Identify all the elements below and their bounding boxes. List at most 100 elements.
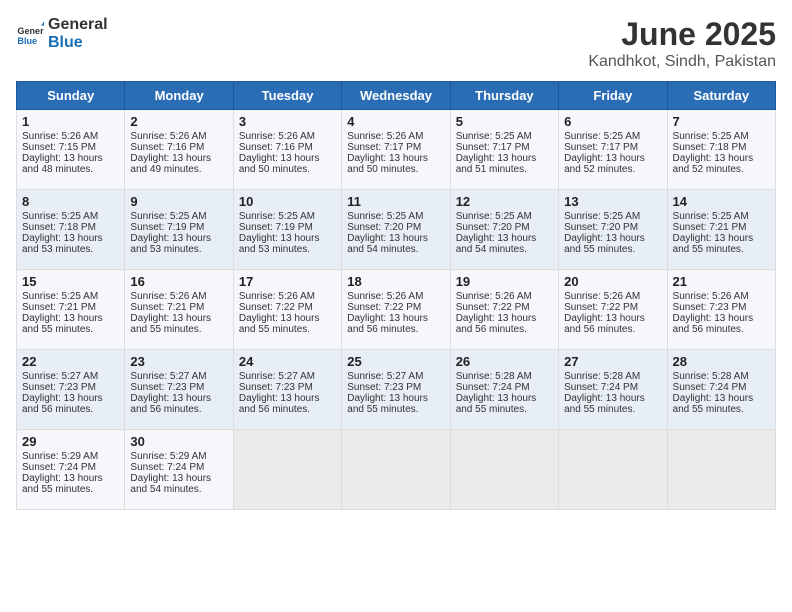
day-number: 21 [673, 274, 770, 289]
cell-text: Sunrise: 5:29 AMSunset: 7:24 PMDaylight:… [22, 451, 103, 495]
calendar-cell [342, 430, 450, 510]
cell-text: Sunrise: 5:27 AMSunset: 7:23 PMDaylight:… [239, 371, 320, 415]
cell-text: Sunrise: 5:27 AMSunset: 7:23 PMDaylight:… [22, 371, 103, 415]
cell-text: Sunrise: 5:26 AMSunset: 7:23 PMDaylight:… [673, 291, 754, 335]
calendar-cell: 23 Sunrise: 5:27 AMSunset: 7:23 PMDayligh… [125, 350, 233, 430]
calendar-cell: 28Sunrise: 5:28 AMSunset: 7:24 PMDayligh… [667, 350, 775, 430]
cell-text: Sunrise: 5:25 AMSunset: 7:21 PMDaylight:… [22, 291, 103, 335]
cell-text: Sunrise: 5:25 AMSunset: 7:21 PMDaylight:… [673, 211, 754, 255]
cell-text: Sunrise: 5:25 AMSunset: 7:17 PMDaylight:… [456, 131, 537, 175]
cell-text: Sunrise: 5:25 AMSunset: 7:19 PMDaylight:… [130, 211, 211, 255]
cell-text: Sunrise: 5:28 AMSunset: 7:24 PMDaylight:… [456, 371, 537, 415]
calendar-cell: 10Sunrise: 5:25 AMSunset: 7:19 PMDayligh… [233, 190, 341, 270]
calendar-cell: 8 Sunrise: 5:25 AMSunset: 7:18 PMDaylight… [17, 190, 125, 270]
cell-text: Sunrise: 5:26 AMSunset: 7:22 PMDaylight:… [347, 291, 428, 335]
calendar-cell [233, 430, 341, 510]
calendar-cell: 22 Sunrise: 5:27 AMSunset: 7:23 PMDayligh… [17, 350, 125, 430]
day-number: 14 [673, 194, 770, 209]
calendar-cell: 1 Sunrise: 5:26 AMSunset: 7:15 PMDaylight… [17, 110, 125, 190]
calendar-cell: 18Sunrise: 5:26 AMSunset: 7:22 PMDayligh… [342, 270, 450, 350]
calendar-week-row: 8 Sunrise: 5:25 AMSunset: 7:18 PMDaylight… [17, 190, 776, 270]
day-number: 5 [456, 114, 553, 129]
calendar-week-row: 1 Sunrise: 5:26 AMSunset: 7:15 PMDaylight… [17, 110, 776, 190]
calendar-cell: 29 Sunrise: 5:29 AMSunset: 7:24 PMDayligh… [17, 430, 125, 510]
weekday-header-thursday: Thursday [450, 82, 558, 110]
calendar-cell: 7Sunrise: 5:25 AMSunset: 7:18 PMDaylight… [667, 110, 775, 190]
cell-text: Sunrise: 5:28 AMSunset: 7:24 PMDaylight:… [564, 371, 645, 415]
day-number: 2 [130, 114, 227, 129]
day-number: 11 [347, 194, 444, 209]
day-number: 26 [456, 354, 553, 369]
page-header: General Blue General Blue June 2025 Kand… [16, 16, 776, 71]
cell-text: Sunrise: 5:29 AMSunset: 7:24 PMDaylight:… [130, 451, 211, 495]
calendar-cell: 14 Sunrise: 5:25 AMSunset: 7:21 PMDayligh… [667, 190, 775, 270]
calendar-cell: 9 Sunrise: 5:25 AMSunset: 7:19 PMDaylight… [125, 190, 233, 270]
calendar-cell: 13Sunrise: 5:25 AMSunset: 7:20 PMDayligh… [559, 190, 667, 270]
calendar-cell [559, 430, 667, 510]
day-number: 6 [564, 114, 661, 129]
calendar-cell: 12 Sunrise: 5:25 AMSunset: 7:20 PMDayligh… [450, 190, 558, 270]
location-subtitle: Kandhkot, Sindh, Pakistan [588, 53, 776, 71]
day-number: 12 [456, 194, 553, 209]
weekday-header-wednesday: Wednesday [342, 82, 450, 110]
calendar-cell: 20 Sunrise: 5:26 AMSunset: 7:22 PMDayligh… [559, 270, 667, 350]
cell-text: Sunrise: 5:26 AMSunset: 7:16 PMDaylight:… [130, 131, 211, 175]
day-number: 19 [456, 274, 553, 289]
day-number: 4 [347, 114, 444, 129]
calendar-cell: 6 Sunrise: 5:25 AMSunset: 7:17 PMDaylight… [559, 110, 667, 190]
calendar-table: SundayMondayTuesdayWednesdayThursdayFrid… [16, 81, 776, 510]
calendar-cell [450, 430, 558, 510]
svg-text:Blue: Blue [17, 35, 37, 45]
title-area: June 2025 Kandhkot, Sindh, Pakistan [588, 16, 776, 71]
day-number: 10 [239, 194, 336, 209]
calendar-cell: 19 Sunrise: 5:26 AMSunset: 7:22 PMDayligh… [450, 270, 558, 350]
calendar-cell: 2 Sunrise: 5:26 AMSunset: 7:16 PMDaylight… [125, 110, 233, 190]
day-number: 1 [22, 114, 119, 129]
weekday-header-monday: Monday [125, 82, 233, 110]
cell-text: Sunrise: 5:25 AMSunset: 7:18 PMDaylight:… [22, 211, 103, 255]
calendar-week-row: 15Sunrise: 5:25 AMSunset: 7:21 PMDayligh… [17, 270, 776, 350]
cell-text: Sunrise: 5:27 AMSunset: 7:23 PMDaylight:… [130, 371, 211, 415]
day-number: 20 [564, 274, 661, 289]
cell-text: Sunrise: 5:25 AMSunset: 7:18 PMDaylight:… [673, 131, 754, 175]
day-number: 16 [130, 274, 227, 289]
logo-icon: General Blue [16, 20, 44, 48]
day-number: 27 [564, 354, 661, 369]
logo-general-text: General [48, 16, 108, 34]
calendar-week-row: 22 Sunrise: 5:27 AMSunset: 7:23 PMDayligh… [17, 350, 776, 430]
cell-text: Sunrise: 5:25 AMSunset: 7:20 PMDaylight:… [347, 211, 428, 255]
calendar-cell: 16 Sunrise: 5:26 AMSunset: 7:21 PMDayligh… [125, 270, 233, 350]
calendar-cell: 30 Sunrise: 5:29 AMSunset: 7:24 PMDayligh… [125, 430, 233, 510]
day-number: 28 [673, 354, 770, 369]
logo: General Blue General Blue [16, 16, 108, 51]
day-number: 17 [239, 274, 336, 289]
cell-text: Sunrise: 5:26 AMSunset: 7:22 PMDaylight:… [564, 291, 645, 335]
day-number: 30 [130, 434, 227, 449]
cell-text: Sunrise: 5:26 AMSunset: 7:15 PMDaylight:… [22, 131, 103, 175]
calendar-cell: 11 Sunrise: 5:25 AMSunset: 7:20 PMDayligh… [342, 190, 450, 270]
cell-text: Sunrise: 5:25 AMSunset: 7:17 PMDaylight:… [564, 131, 645, 175]
day-number: 9 [130, 194, 227, 209]
calendar-cell: 21 Sunrise: 5:26 AMSunset: 7:23 PMDayligh… [667, 270, 775, 350]
day-number: 22 [22, 354, 119, 369]
day-number: 25 [347, 354, 444, 369]
calendar-week-row: 29 Sunrise: 5:29 AMSunset: 7:24 PMDayligh… [17, 430, 776, 510]
logo-blue-text: Blue [48, 34, 108, 52]
month-year-title: June 2025 [588, 16, 776, 53]
cell-text: Sunrise: 5:26 AMSunset: 7:22 PMDaylight:… [456, 291, 537, 335]
cell-text: Sunrise: 5:25 AMSunset: 7:20 PMDaylight:… [456, 211, 537, 255]
day-number: 8 [22, 194, 119, 209]
day-number: 29 [22, 434, 119, 449]
day-number: 23 [130, 354, 227, 369]
weekday-header-saturday: Saturday [667, 82, 775, 110]
cell-text: Sunrise: 5:26 AMSunset: 7:21 PMDaylight:… [130, 291, 211, 335]
calendar-cell [667, 430, 775, 510]
calendar-cell: 25Sunrise: 5:27 AMSunset: 7:23 PMDayligh… [342, 350, 450, 430]
weekday-header-tuesday: Tuesday [233, 82, 341, 110]
calendar-cell: 26 Sunrise: 5:28 AMSunset: 7:24 PMDayligh… [450, 350, 558, 430]
weekday-header-sunday: Sunday [17, 82, 125, 110]
calendar-cell: 24Sunrise: 5:27 AMSunset: 7:23 PMDayligh… [233, 350, 341, 430]
day-number: 3 [239, 114, 336, 129]
calendar-cell: 4Sunrise: 5:26 AMSunset: 7:17 PMDaylight… [342, 110, 450, 190]
cell-text: Sunrise: 5:26 AMSunset: 7:16 PMDaylight:… [239, 131, 320, 175]
